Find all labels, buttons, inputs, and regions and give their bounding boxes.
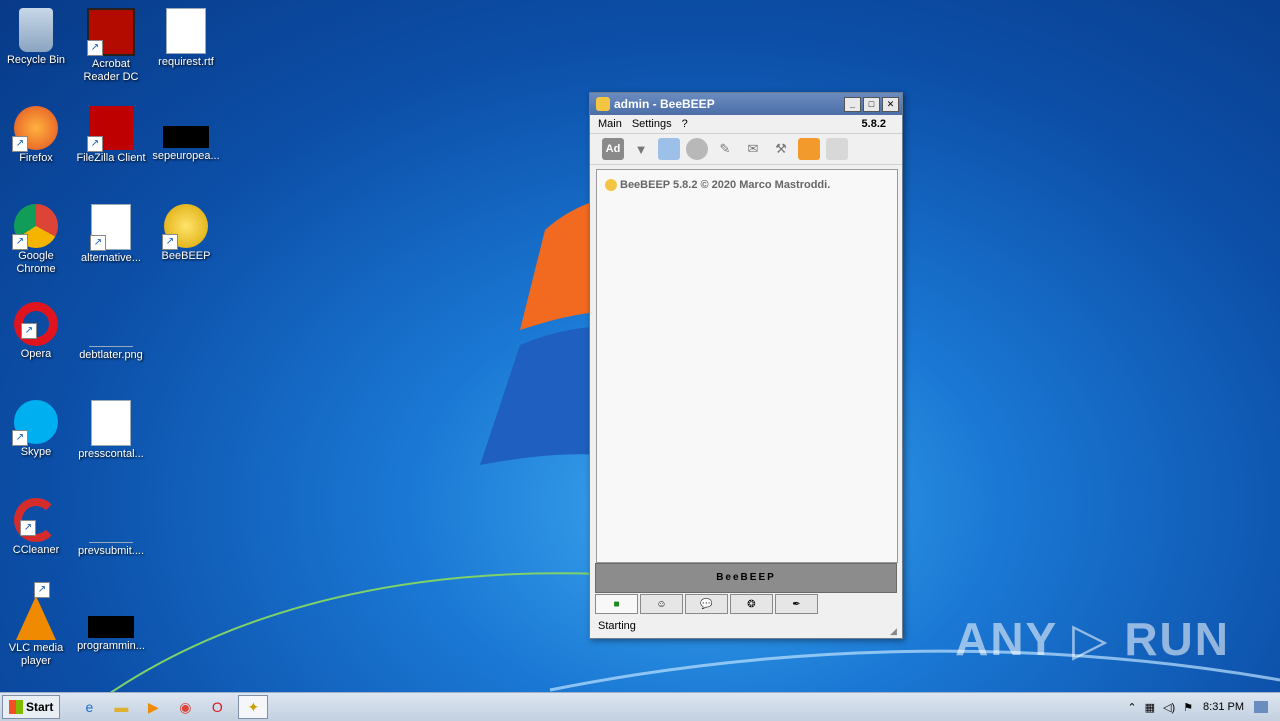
show-hidden-icons-icon[interactable]: ⌃ <box>1127 701 1136 714</box>
skype-icon: ↗ <box>12 400 58 446</box>
desktop-icon-presscontal[interactable]: presscontal... <box>75 400 147 461</box>
beebeep-icon: ↗ <box>162 204 208 250</box>
bottom-tabs: ■ ☺ 💬 ❂ ✒ <box>595 594 818 614</box>
image-file-icon <box>89 302 133 347</box>
filezilla-icon: ↗ <box>87 106 133 152</box>
trash-icon[interactable] <box>826 138 848 160</box>
desktop-icon-alternative[interactable]: ↗ alternative... <box>75 204 147 265</box>
beebeep-banner-text: BeeBEEP <box>716 572 776 583</box>
edit-icon[interactable]: ✎ <box>714 138 736 160</box>
close-button[interactable]: ✕ <box>882 96 899 112</box>
maximize-button[interactable]: □ <box>863 96 880 112</box>
menu-help[interactable]: ? <box>682 118 688 130</box>
desktop-icon-prevsubmit[interactable]: prevsubmit.... <box>75 498 147 558</box>
ccleaner-icon: ↗ <box>14 498 58 542</box>
menu-settings[interactable]: Settings <box>632 118 672 130</box>
opera-icon: ↗ <box>14 302 58 346</box>
chat-message: BeeBEEP 5.8.2 © 2020 Marco Mastroddi. <box>605 179 897 191</box>
chat-area[interactable]: BeeBEEP 5.8.2 © 2020 Marco Mastroddi. <box>596 169 898 563</box>
chat-message-text: BeeBEEP 5.8.2 © 2020 Marco Mastroddi. <box>620 179 831 191</box>
desktop-icon-vlc[interactable]: ↗ VLC media player <box>0 582 72 668</box>
tab-shares-icon[interactable]: ❂ <box>730 594 773 614</box>
action-center-flag-icon[interactable]: ⚑ <box>1183 701 1193 714</box>
ie-icon[interactable]: e <box>78 696 100 718</box>
tab-users-icon[interactable]: ■ <box>595 594 638 614</box>
resize-grip-icon[interactable]: ◢ <box>890 626 900 636</box>
status-text: Starting <box>598 620 636 632</box>
volume-icon[interactable]: ◁) <box>1163 701 1175 714</box>
dropdown-arrow-icon[interactable]: ▼ <box>630 138 652 160</box>
desktop-icon-recycle-bin[interactable]: Recycle Bin <box>0 8 72 67</box>
recycle-bin-icon <box>19 8 53 52</box>
menu-main[interactable]: Main <box>598 118 622 130</box>
file-icon <box>89 498 133 543</box>
media-player-icon[interactable]: ▶ <box>142 696 164 718</box>
menubar: Main Settings ? 5.8.2 <box>590 115 902 133</box>
word-document-icon <box>91 400 131 446</box>
word-document-icon: ↗ <box>90 204 131 251</box>
minimize-button[interactable]: _ <box>844 96 861 112</box>
edit-profile-icon[interactable] <box>658 138 680 160</box>
desktop-icon-requirest[interactable]: requirest.rtf <box>150 8 222 69</box>
chrome-taskbar-icon[interactable]: ◉ <box>174 696 196 718</box>
explorer-icon[interactable]: ▬ <box>110 696 132 718</box>
windows-flag-icon <box>9 700 23 714</box>
tools-icon[interactable]: ⚒ <box>770 138 792 160</box>
file-icon <box>88 616 134 638</box>
system-tray: ⌃ ▦ ◁) ⚑ 8:31 PM <box>1127 701 1280 714</box>
clock[interactable]: 8:31 PM <box>1203 701 1244 713</box>
opera-taskbar-icon[interactable]: O <box>206 696 228 718</box>
refresh-icon[interactable] <box>798 138 820 160</box>
window-titlebar[interactable]: admin - BeeBEEP _ □ ✕ <box>590 93 902 115</box>
desktop-icon-sepeuropea[interactable]: sepeuropea... <box>150 106 222 163</box>
tab-log-icon[interactable]: ✒ <box>775 594 818 614</box>
taskbar: Start e ▬ ▶ ◉ O ✦ ⌃ ▦ ◁) ⚑ 8:31 PM <box>0 692 1280 721</box>
window-title: admin - BeeBEEP <box>614 97 715 111</box>
network-tray-icon[interactable]: ▦ <box>1145 701 1155 714</box>
desktop-icon-acrobat[interactable]: ↗ Acrobat Reader DC <box>75 8 147 84</box>
bee-icon <box>596 97 610 111</box>
desktop-icon-beebeep[interactable]: ↗ BeeBEEP <box>150 204 222 263</box>
file-icon <box>163 126 209 148</box>
desktop-icon-filezilla[interactable]: ↗ FileZilla Client <box>75 106 147 165</box>
vlc-icon: ↗ <box>16 582 56 640</box>
chrome-icon: ↗ <box>12 204 58 250</box>
ad-button[interactable]: Ad <box>602 138 624 160</box>
beebeep-window: admin - BeeBEEP _ □ ✕ Main Settings ? 5.… <box>589 92 903 639</box>
beebeep-taskbar-icon[interactable]: ✦ <box>238 695 269 719</box>
tab-groups-icon[interactable]: ☺ <box>640 594 683 614</box>
firefox-icon: ↗ <box>12 106 58 152</box>
desktop-icon-chrome[interactable]: ↗ Google Chrome <box>0 204 72 276</box>
toolbar: Ad ▼ ✎ ✉ ⚒ <box>590 133 902 165</box>
desktop-icon-firefox[interactable]: ↗ Firefox <box>0 106 72 165</box>
watermark: ANY ▷ RUN <box>955 613 1230 665</box>
version-badge: 5.8.2 <box>861 118 886 130</box>
word-document-icon <box>166 8 206 54</box>
mail-icon[interactable]: ✉ <box>742 138 764 160</box>
start-button[interactable]: Start <box>2 695 61 719</box>
network-icon[interactable] <box>686 138 708 160</box>
desktop-icon-opera[interactable]: ↗ Opera <box>0 302 72 361</box>
acrobat-reader-icon: ↗ <box>87 8 135 56</box>
desktop-icon-ccleaner[interactable]: ↗ CCleaner <box>0 498 72 557</box>
beebeep-banner: BeeBEEP <box>595 563 897 593</box>
desktop-icon-skype[interactable]: ↗ Skype <box>0 400 72 459</box>
show-desktop-icon[interactable] <box>1254 701 1268 713</box>
desktop-icon-debtlater[interactable]: debtlater.png <box>75 302 147 362</box>
bee-icon <box>605 179 617 191</box>
desktop-icon-programming[interactable]: programmin... <box>75 596 147 653</box>
tab-chats-icon[interactable]: 💬 <box>685 594 728 614</box>
